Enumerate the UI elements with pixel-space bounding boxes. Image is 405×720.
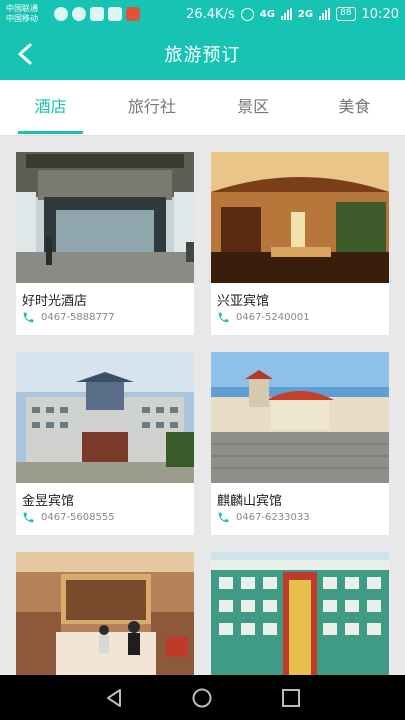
alarm-icon [240,7,254,21]
back-arrow-icon[interactable] [12,40,40,68]
notification-icon [54,7,68,21]
clock: 10:20 [361,6,399,22]
network-type-2: 2G [297,8,314,20]
hotel-name: 兴亚宾馆 [217,294,270,309]
hotel-phone[interactable]: 0467-6233033 [211,507,389,528]
phone-icon [218,512,229,523]
hotel-card[interactable]: 兴亚宾馆 0467-5240001 [211,152,389,335]
screen: 中国联通 中国移动 26.4K/s 4G 2G 88 10:20 旅游预订 酒店… [0,0,405,720]
hotel-card[interactable]: 金昱宾馆 0467-5608555 [16,352,194,535]
network-speed: 26.4K/s [186,6,235,22]
phone-number: 0467-5240001 [236,312,310,323]
system-nav-bar [0,675,405,720]
hotel-name: 好时光酒店 [22,294,88,309]
battery-icon: 88 [336,7,356,21]
phone-icon [23,312,34,323]
hotel-photo [16,552,194,675]
app-icon [126,7,140,21]
image-icon [108,7,122,21]
status-bar: 中国联通 中国移动 26.4K/s 4G 2G 88 10:20 [0,0,405,28]
category-tabs: 酒店 旅行社 景区 美食 [0,80,405,136]
status-right: 26.4K/s 4G 2G 88 10:20 [186,7,399,22]
hotel-phone[interactable]: 0467-5240001 [211,307,389,328]
phone-icon [23,512,34,523]
hotel-name: 麒麟山宾馆 [217,494,283,509]
phone-number: 0467-6233033 [236,512,310,523]
tab-hotel[interactable]: 酒店 [0,80,101,135]
hotel-grid: 好时光酒店 0467-5888777 兴亚宾馆 0467-5240001 金昱宾… [0,137,405,675]
tab-food[interactable]: 美食 [304,80,405,135]
hotel-phone[interactable]: 0467-5608555 [16,507,194,528]
back-triangle-icon[interactable] [103,687,125,709]
hotel-photo [16,152,194,283]
signal-icon-2 [319,8,331,20]
carrier-2: 中国移动 [6,14,38,23]
home-circle-icon[interactable] [191,687,213,709]
carrier-1: 中国联通 [6,4,38,13]
hotel-card[interactable]: 麒麟山宾馆 0467-6233033 [211,352,389,535]
network-type-1: 4G [259,8,275,20]
qr-icon [90,7,104,21]
phone-number: 0467-5608555 [41,512,115,523]
hotel-photo [211,152,389,283]
hotel-photo [16,352,194,483]
tab-travel-agency[interactable]: 旅行社 [101,80,202,135]
notification-icons [54,7,140,21]
signal-icon [280,8,292,20]
message-icon [72,7,86,21]
hotel-name: 金昱宾馆 [22,494,75,509]
hotel-card[interactable] [16,552,194,675]
tab-scenic-spot[interactable]: 景区 [203,80,304,135]
hotel-photo [211,352,389,483]
app-header: 旅游预订 [0,28,405,80]
phone-icon [218,312,229,323]
page-title: 旅游预订 [164,45,241,66]
recents-square-icon[interactable] [280,687,302,709]
hotel-photo [211,552,389,675]
hotel-card[interactable] [211,552,389,675]
hotel-card[interactable]: 好时光酒店 0467-5888777 [16,152,194,335]
hotel-phone[interactable]: 0467-5888777 [16,307,194,328]
phone-number: 0467-5888777 [41,312,115,323]
carrier-info: 中国联通 中国移动 [6,4,50,24]
